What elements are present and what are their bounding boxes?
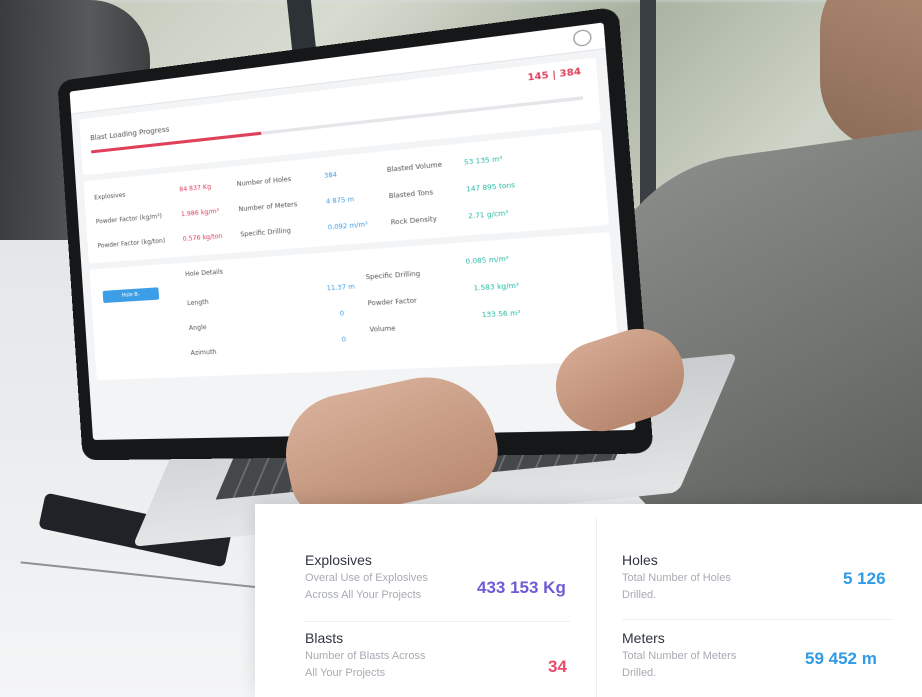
hole-detail-label: Length: [187, 299, 209, 308]
stat-title: Explosives: [305, 552, 435, 568]
metric-label: Number of Holes: [237, 176, 292, 189]
metric-value: 147 895 tons: [466, 182, 516, 194]
metric-label: Specific Drilling: [240, 227, 291, 238]
metric-label: Rock Density: [390, 215, 437, 226]
metric-value: 384: [324, 171, 337, 180]
stats-column-right: Holes Total Number of Holes Drilled. 5 1…: [597, 504, 922, 697]
hole-detail-label: Specific Drilling: [365, 270, 420, 281]
hole-details-title: Hole Details: [185, 268, 223, 278]
stat-meters: Meters Total Number of Meters Drilled.: [622, 630, 762, 682]
stat-title: Holes: [622, 552, 762, 568]
metric-value: 4 875 m: [326, 196, 355, 206]
hole-detail-label: Powder Factor: [367, 297, 417, 307]
hole-detail-value: 0: [340, 310, 345, 318]
metric-label: Explosives: [94, 192, 126, 202]
metric-label: Number of Meters: [238, 201, 297, 214]
metric-value: 2.71 g/cm³: [468, 210, 509, 221]
stat-value-explosives: 433 153 Kg: [477, 578, 566, 598]
hole-detail-value: 1.583 kg/m³: [473, 282, 519, 293]
stat-value-meters: 59 452 m: [805, 649, 877, 669]
stats-column-left: Explosives Overal Use of Explosives Acro…: [255, 504, 595, 697]
hole-detail-value: 0.085 m/m³: [465, 255, 509, 266]
stat-title: Meters: [622, 630, 762, 646]
window-frame: [640, 0, 656, 220]
metric-label: Powder Factor (kg/m³): [96, 213, 163, 226]
divider: [622, 619, 892, 620]
hole-detail-value: 0: [341, 336, 346, 344]
hole-detail-label: Azimuth: [190, 349, 216, 357]
user-avatar-icon[interactable]: [573, 29, 592, 47]
laptop-screen: Blast Loading Progress 145 | 384 Explosi…: [70, 22, 636, 440]
stat-description: Total Number of Holes Drilled.: [622, 570, 762, 604]
stat-description: Number of Blasts Across All Your Project…: [305, 648, 435, 682]
metric-value: 0.092 m/m³: [328, 221, 369, 232]
metric-value: 1.986 kg/m³: [181, 208, 220, 219]
stat-value-holes: 5 126: [843, 569, 886, 589]
stat-holes: Holes Total Number of Holes Drilled.: [622, 552, 762, 604]
progress-label: Blast Loading Progress: [90, 125, 170, 142]
metric-label: Blasted Tons: [389, 189, 434, 201]
metric-value: 53 135 m³: [464, 155, 503, 167]
progress-count: 145 | 384: [527, 66, 581, 83]
stat-blasts: Blasts Number of Blasts Across All Your …: [305, 630, 435, 682]
hole-detail-value: 11.37 m: [326, 283, 355, 292]
metric-value: 84 837 Kg: [179, 183, 211, 193]
metric-label: Blasted Volume: [387, 161, 443, 174]
metric-label: Powder Factor (kg/ton): [97, 237, 165, 250]
metric-value: 0.576 kg/ton: [182, 233, 222, 243]
stat-value-blasts: 34: [548, 657, 567, 677]
stat-title: Blasts: [305, 630, 435, 646]
hole-select-button[interactable]: Hole B-: [103, 287, 160, 303]
stats-panel: Explosives Overal Use of Explosives Acro…: [255, 504, 922, 697]
hole-detail-value: 133.56 m³: [482, 309, 521, 319]
divider: [305, 621, 570, 622]
hole-detail-label: Volume: [369, 325, 395, 334]
stat-description: Overal Use of Explosives Across All Your…: [305, 570, 435, 604]
stat-description: Total Number of Meters Drilled.: [622, 648, 762, 682]
hole-detail-label: Angle: [189, 324, 207, 332]
stat-explosives: Explosives Overal Use of Explosives Acro…: [305, 552, 435, 604]
